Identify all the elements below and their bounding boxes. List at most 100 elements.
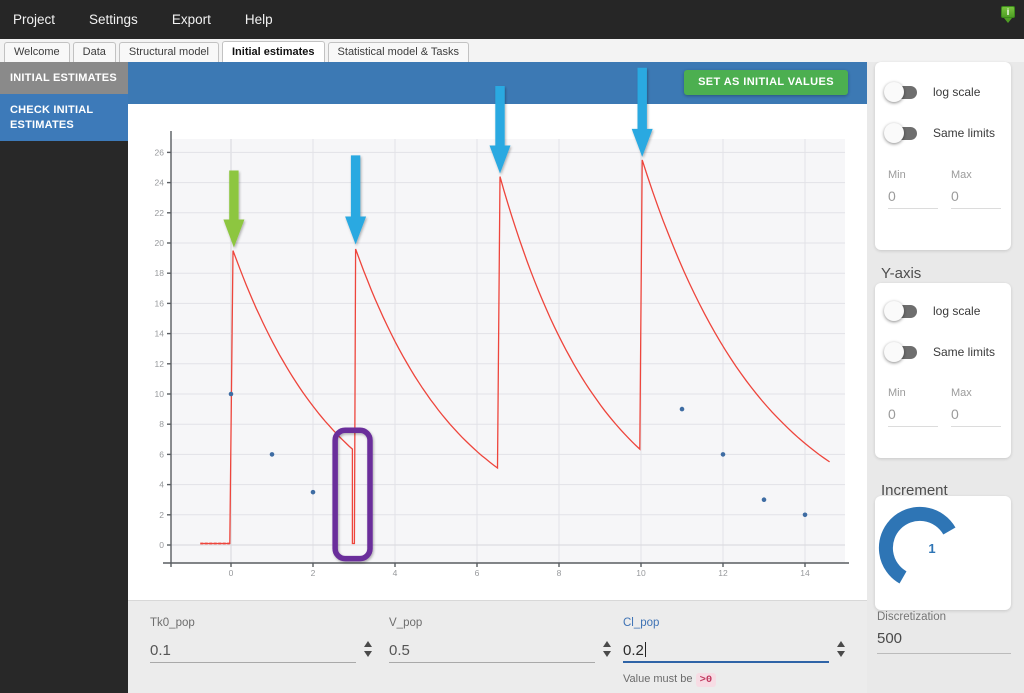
menu-settings[interactable]: Settings: [89, 12, 138, 27]
cl-pop-stepper[interactable]: [835, 641, 847, 663]
tk0-pop-input[interactable]: 0.1: [150, 639, 356, 663]
parameter-tk0-pop: Tk0_pop 0.1: [150, 601, 385, 693]
x-log-scale-label: log scale: [933, 85, 981, 99]
parameter-cl-pop: Cl_pop 0.2 Value must be >0: [623, 601, 858, 693]
x-min-label: Min: [888, 169, 906, 181]
tab-data[interactable]: Data: [72, 42, 116, 62]
increment-value: 1: [928, 541, 935, 556]
app-window: Project Settings Export Help i Welcome D…: [0, 0, 1024, 693]
dial-arc: [878, 506, 956, 584]
tab-welcome[interactable]: Welcome: [4, 42, 70, 62]
tk0-pop-stepper[interactable]: [362, 641, 374, 663]
toggle-thumb: [884, 122, 904, 143]
estimates-chart: 0 2 4 6 8 10 12 1402468101214161820222426: [155, 67, 849, 578]
svg-text:14: 14: [800, 568, 810, 578]
increment-card: 1: [875, 496, 1011, 610]
right-settings-panel: log scale Same limits Min Max 0 0 Y-axis: [867, 62, 1024, 693]
increment-dial[interactable]: 1: [875, 496, 1011, 610]
svg-text:6: 6: [159, 449, 164, 459]
svg-text:24: 24: [155, 178, 165, 188]
discretization-input[interactable]: 500: [877, 630, 1011, 654]
x-max-label: Max: [951, 169, 972, 181]
svg-text:0: 0: [159, 540, 164, 550]
toggle-thumb: [884, 300, 904, 321]
green-arrow: [223, 170, 245, 248]
svg-text:2: 2: [159, 510, 164, 520]
y-log-scale-label: log scale: [933, 304, 981, 318]
x-axis-card: log scale Same limits Min Max 0 0: [875, 62, 1011, 250]
info-icon: i: [1001, 6, 1015, 18]
sidebar-item-initial-estimates[interactable]: INITIAL ESTIMATES: [0, 62, 128, 95]
svg-text:4: 4: [159, 480, 164, 490]
axis-tick-labels: 0 2 4 6 8 10 12 1402468101214161820222426: [155, 147, 810, 578]
axes: [163, 131, 849, 567]
svg-text:6: 6: [475, 568, 480, 578]
tab-structural-model[interactable]: Structural model: [118, 42, 219, 62]
tab-statistical-model-tasks[interactable]: Statistical model & Tasks: [327, 42, 470, 62]
stepper-up-icon[interactable]: [603, 641, 611, 647]
y-min-label: Min: [888, 387, 906, 399]
tab-bar: Welcome Data Structural model Initial es…: [0, 39, 1024, 62]
y-log-scale-toggle[interactable]: [884, 300, 917, 321]
prediction-curve: [200, 159, 830, 545]
svg-text:10: 10: [155, 389, 165, 399]
parameter-label: Cl_pop: [623, 617, 660, 629]
svg-text:8: 8: [557, 568, 562, 578]
purple-annotation-box: [332, 427, 373, 562]
svg-text:8: 8: [159, 419, 164, 429]
menu-project[interactable]: Project: [13, 12, 55, 27]
cyan-arrow-1: [345, 155, 367, 245]
x-min-input[interactable]: 0: [888, 188, 938, 209]
stepper-down-icon[interactable]: [837, 651, 845, 657]
set-as-initial-values-button[interactable]: SET AS INITIAL VALUES: [684, 70, 848, 95]
text-cursor: [644, 642, 646, 657]
y-same-limits-toggle[interactable]: [884, 341, 917, 362]
svg-text:10: 10: [636, 568, 646, 578]
v-pop-stepper[interactable]: [601, 641, 613, 663]
svg-text:18: 18: [155, 268, 165, 278]
svg-text:0: 0: [229, 568, 234, 578]
stepper-down-icon[interactable]: [603, 651, 611, 657]
validation-code: >0: [695, 673, 717, 687]
x-same-limits-label: Same limits: [933, 126, 996, 140]
info-badge-pointer: [1004, 18, 1012, 23]
svg-text:14: 14: [155, 329, 165, 339]
discretization-label: Discretization: [877, 611, 947, 623]
v-pop-input[interactable]: 0.5: [389, 639, 595, 663]
svg-text:4: 4: [393, 568, 398, 578]
cl-pop-value: 0.2: [623, 642, 644, 659]
svg-text:26: 26: [155, 147, 165, 157]
y-axis-section-title: Y-axis: [881, 265, 922, 282]
plot-area: [171, 139, 845, 563]
y-min-input[interactable]: 0: [888, 406, 938, 427]
y-max-label: Max: [951, 387, 972, 399]
main-content: SET AS INITIAL VALUES 0 2 4 6 8 10 12 14 0 2 4 6 8 10…: [128, 62, 867, 600]
left-sidebar: INITIAL ESTIMATES CHECK INITIAL ESTIMATE…: [0, 62, 128, 693]
stepper-up-icon[interactable]: [364, 641, 372, 647]
parameter-label: V_pop: [389, 617, 423, 629]
toggle-thumb: [884, 81, 904, 102]
parameter-v-pop: V_pop 0.5: [389, 601, 624, 693]
observation-points: [228, 391, 808, 518]
svg-text:12: 12: [155, 359, 165, 369]
parameter-band: Tk0_pop 0.1 V_pop 0.5 Cl_pop 0.2 Value m…: [128, 600, 867, 693]
y-max-input[interactable]: 0: [951, 406, 1001, 427]
cl-pop-input[interactable]: 0.2: [623, 639, 829, 663]
x-max-input[interactable]: 0: [951, 188, 1001, 209]
y-same-limits-label: Same limits: [933, 345, 996, 359]
menubar: Project Settings Export Help i: [0, 0, 1024, 39]
svg-text:16: 16: [155, 298, 165, 308]
svg-text:2: 2: [311, 568, 316, 578]
y-axis-card: log scale Same limits Min Max 0 0: [875, 283, 1011, 458]
menu-help[interactable]: Help: [245, 12, 273, 27]
grid-lines: [171, 139, 845, 563]
stepper-down-icon[interactable]: [364, 651, 372, 657]
stepper-up-icon[interactable]: [837, 641, 845, 647]
svg-text:12: 12: [718, 568, 728, 578]
sidebar-item-check-initial-estimates[interactable]: CHECK INITIAL ESTIMATES: [0, 94, 128, 141]
x-log-scale-toggle[interactable]: [884, 81, 917, 102]
info-badge-icon[interactable]: i: [1001, 6, 1015, 25]
menu-export[interactable]: Export: [172, 12, 211, 27]
x-same-limits-toggle[interactable]: [884, 122, 917, 143]
tab-initial-estimates[interactable]: Initial estimates: [222, 41, 325, 62]
